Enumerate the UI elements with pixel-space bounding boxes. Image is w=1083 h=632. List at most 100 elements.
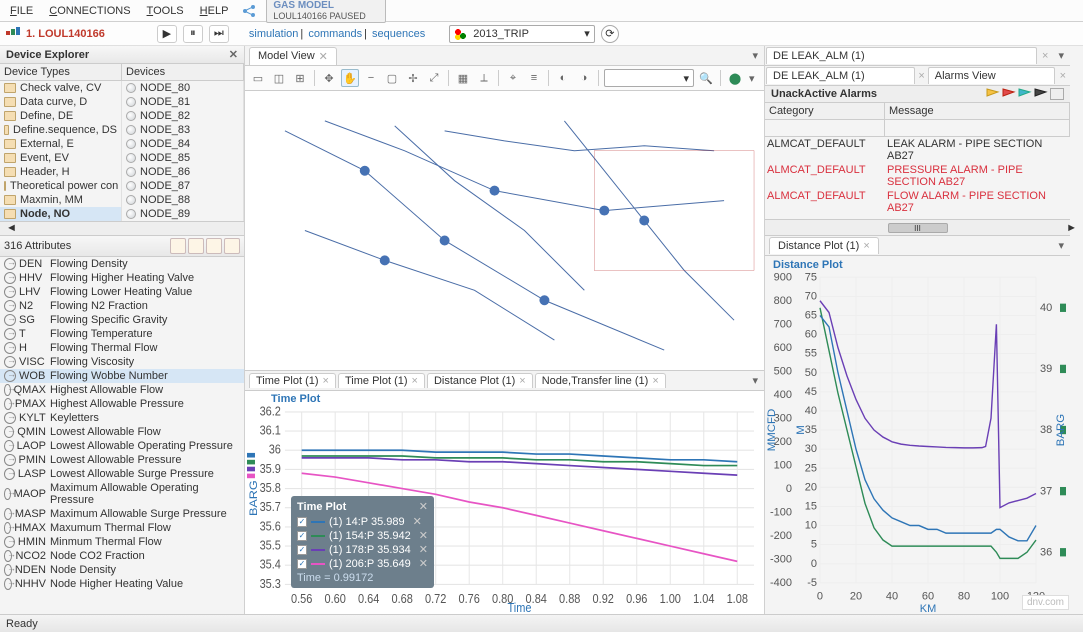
layers-icon[interactable]: ▦: [454, 69, 472, 87]
attribute-row[interactable]: TFlowing Temperature: [0, 327, 244, 341]
attr-clock-icon[interactable]: [206, 238, 222, 254]
tab-model-view[interactable]: Model View ✕: [249, 47, 337, 65]
device-row[interactable]: NODE_84: [122, 137, 243, 151]
checkbox-icon[interactable]: ✓: [297, 559, 307, 569]
chevron-down-icon[interactable]: ▾: [1052, 239, 1070, 252]
palette-icon[interactable]: ⬤: [726, 69, 744, 87]
close-icon[interactable]: ×: [519, 375, 525, 387]
attributes-list[interactable]: DENFlowing DensityHHVFlowing Higher Heat…: [0, 257, 244, 614]
device-row[interactable]: NODE_89: [122, 207, 243, 221]
tab-de-leak[interactable]: DE LEAK_ALM (1): [766, 47, 1037, 64]
attribute-row[interactable]: QMAXHighest Allowable Flow: [0, 383, 244, 397]
alarm-row[interactable]: ALMCAT_DEFAULTLEAK ALARM - PIPE SECTION …: [765, 137, 1070, 163]
refresh-button[interactable]: ⟳: [601, 25, 619, 43]
flag-teal-icon[interactable]: [1018, 88, 1032, 100]
device-type-list[interactable]: Check valve, CVData curve, DDefine, DEDe…: [0, 81, 122, 221]
device-type-row[interactable]: Theoretical power con: [0, 179, 121, 193]
hscroll[interactable]: [0, 221, 244, 235]
move-icon[interactable]: ✢: [404, 69, 422, 87]
col-device-types[interactable]: Device Types: [0, 64, 122, 80]
attribute-row[interactable]: DENFlowing Density: [0, 257, 244, 271]
device-type-row[interactable]: Header, H: [0, 165, 121, 179]
alarm-row[interactable]: ALMCAT_DEFAULTFLOW ALARM - PIPE SECTION …: [765, 189, 1070, 215]
device-type-row[interactable]: External, E: [0, 137, 121, 151]
close-icon[interactable]: ✕: [319, 50, 328, 63]
attribute-row[interactable]: MAOPMaximum Allowable Operating Pressure: [0, 481, 244, 507]
alarms-col-category[interactable]: Category: [765, 103, 885, 119]
attribute-row[interactable]: HFlowing Thermal Flow: [0, 341, 244, 355]
model-badge[interactable]: GAS MODEL LOUL140166 PAUSED: [266, 0, 386, 23]
tab-time-plot-1[interactable]: Time Plot (1)×: [249, 373, 336, 388]
attribute-row[interactable]: NHHVNode Higher Heating Value: [0, 577, 244, 591]
alarms-col-message[interactable]: Message: [885, 103, 1070, 119]
search-icon[interactable]: 🔍: [697, 69, 715, 87]
device-row[interactable]: NODE_87: [122, 179, 243, 193]
step-icon[interactable]: ⏭: [209, 25, 229, 43]
attribute-row[interactable]: PMINLowest Allowable Pressure: [0, 453, 244, 467]
chevron-down-icon[interactable]: ▾: [580, 27, 594, 40]
distance-plot[interactable]: 020406080100120-400-300-200-100010020030…: [765, 271, 1070, 614]
attribute-row[interactable]: LHVFlowing Lower Heating Value: [0, 285, 244, 299]
checkbox-icon[interactable]: ✓: [297, 517, 307, 527]
time-plot-legend[interactable]: Time Plot ✕ ✓(1) 14:P 35.989✕✓(1) 154:P …: [291, 496, 434, 588]
attribute-row[interactable]: MASPMaximum Allowable Surge Pressure: [0, 507, 244, 521]
attribute-row[interactable]: LAOPLowest Allowable Operating Pressure: [0, 439, 244, 453]
device-type-row[interactable]: Event, EV: [0, 151, 121, 165]
scenario-input[interactable]: [470, 27, 580, 41]
alarm-row[interactable]: ALMCAT_DEFAULTPRESSURE ALARM - PIPE SECT…: [765, 163, 1070, 189]
attribute-row[interactable]: HMAXMaxumum Thermal Flow: [0, 521, 244, 535]
close-icon[interactable]: ×: [1056, 70, 1070, 82]
link-commands[interactable]: commands: [308, 28, 362, 40]
close-icon[interactable]: ✕: [419, 529, 428, 542]
pause-icon[interactable]: ⏸: [183, 25, 203, 43]
attribute-row[interactable]: NCO2Node CO2 Fraction: [0, 549, 244, 563]
device-type-row[interactable]: Check valve, CV: [0, 81, 121, 95]
device-type-row[interactable]: Define.sequence, DS: [0, 123, 121, 137]
device-type-row[interactable]: Maxmin, MM: [0, 193, 121, 207]
device-row[interactable]: NODE_83: [122, 123, 243, 137]
close-icon[interactable]: ×: [863, 240, 869, 252]
toggle-b-icon[interactable]: ◑: [575, 69, 593, 87]
alarm-hscroll[interactable]: ◄ III ►: [765, 219, 1070, 235]
device-row[interactable]: NODE_82: [122, 109, 243, 123]
attribute-row[interactable]: KYLTKeyletters: [0, 411, 244, 425]
device-row[interactable]: NODE_80: [122, 81, 243, 95]
checkbox-icon[interactable]: ✓: [297, 545, 307, 555]
align-icon[interactable]: ≡: [525, 69, 543, 87]
attribute-row[interactable]: HMINMinmum Thermal Flow: [0, 535, 244, 549]
chevron-down-icon[interactable]: ▾: [746, 374, 764, 387]
attribute-row[interactable]: N2Flowing N2 Fraction: [0, 299, 244, 313]
flag-red-icon[interactable]: [1002, 88, 1016, 100]
attr-target-icon[interactable]: [224, 238, 240, 254]
menu-tools[interactable]: TOOLS: [143, 3, 188, 19]
tab-time-plot-2[interactable]: Time Plot (1)×: [338, 373, 425, 388]
minus-icon[interactable]: −: [362, 69, 380, 87]
attribute-row[interactable]: HHVFlowing Higher Heating Valve: [0, 271, 244, 285]
run-icon[interactable]: ▶: [157, 25, 177, 43]
toggle-a-icon[interactable]: ◐: [554, 69, 572, 87]
attr-view-list-icon[interactable]: [188, 238, 204, 254]
device-type-row[interactable]: Define, DE: [0, 109, 121, 123]
attribute-row[interactable]: SGFlowing Specific Gravity: [0, 313, 244, 327]
pan-icon[interactable]: ✋: [341, 69, 359, 87]
scenario-combo[interactable]: ▾: [449, 25, 595, 43]
device-type-row[interactable]: Node, NO: [0, 207, 121, 221]
device-row[interactable]: NODE_86: [122, 165, 243, 179]
chevron-down-icon[interactable]: ▾: [746, 49, 764, 62]
menu-file[interactable]: FILE: [6, 3, 37, 19]
close-icon[interactable]: ×: [652, 375, 658, 387]
box-icon[interactable]: ▢: [383, 69, 401, 87]
alarms-export-icon[interactable]: [1050, 88, 1064, 100]
menu-connections[interactable]: CONNECTIONS: [45, 3, 134, 19]
tab-distance-plot-right[interactable]: Distance Plot (1) ×: [769, 237, 879, 254]
device-list[interactable]: NODE_80NODE_81NODE_82NODE_83NODE_84NODE_…: [122, 81, 244, 221]
tab-alarms-view[interactable]: Alarms View: [928, 67, 1055, 84]
checkbox-icon[interactable]: ✓: [297, 531, 307, 541]
device-row[interactable]: NODE_88: [122, 193, 243, 207]
fit-icon[interactable]: ⤢: [425, 69, 443, 87]
col-devices[interactable]: Devices: [122, 64, 244, 80]
link-simulation[interactable]: simulation: [249, 28, 299, 40]
close-icon[interactable]: ✕: [419, 557, 428, 570]
close-icon[interactable]: ×: [412, 375, 418, 387]
time-plot[interactable]: Time Plot 35.335.435.535.635.735.835.936…: [245, 391, 764, 614]
